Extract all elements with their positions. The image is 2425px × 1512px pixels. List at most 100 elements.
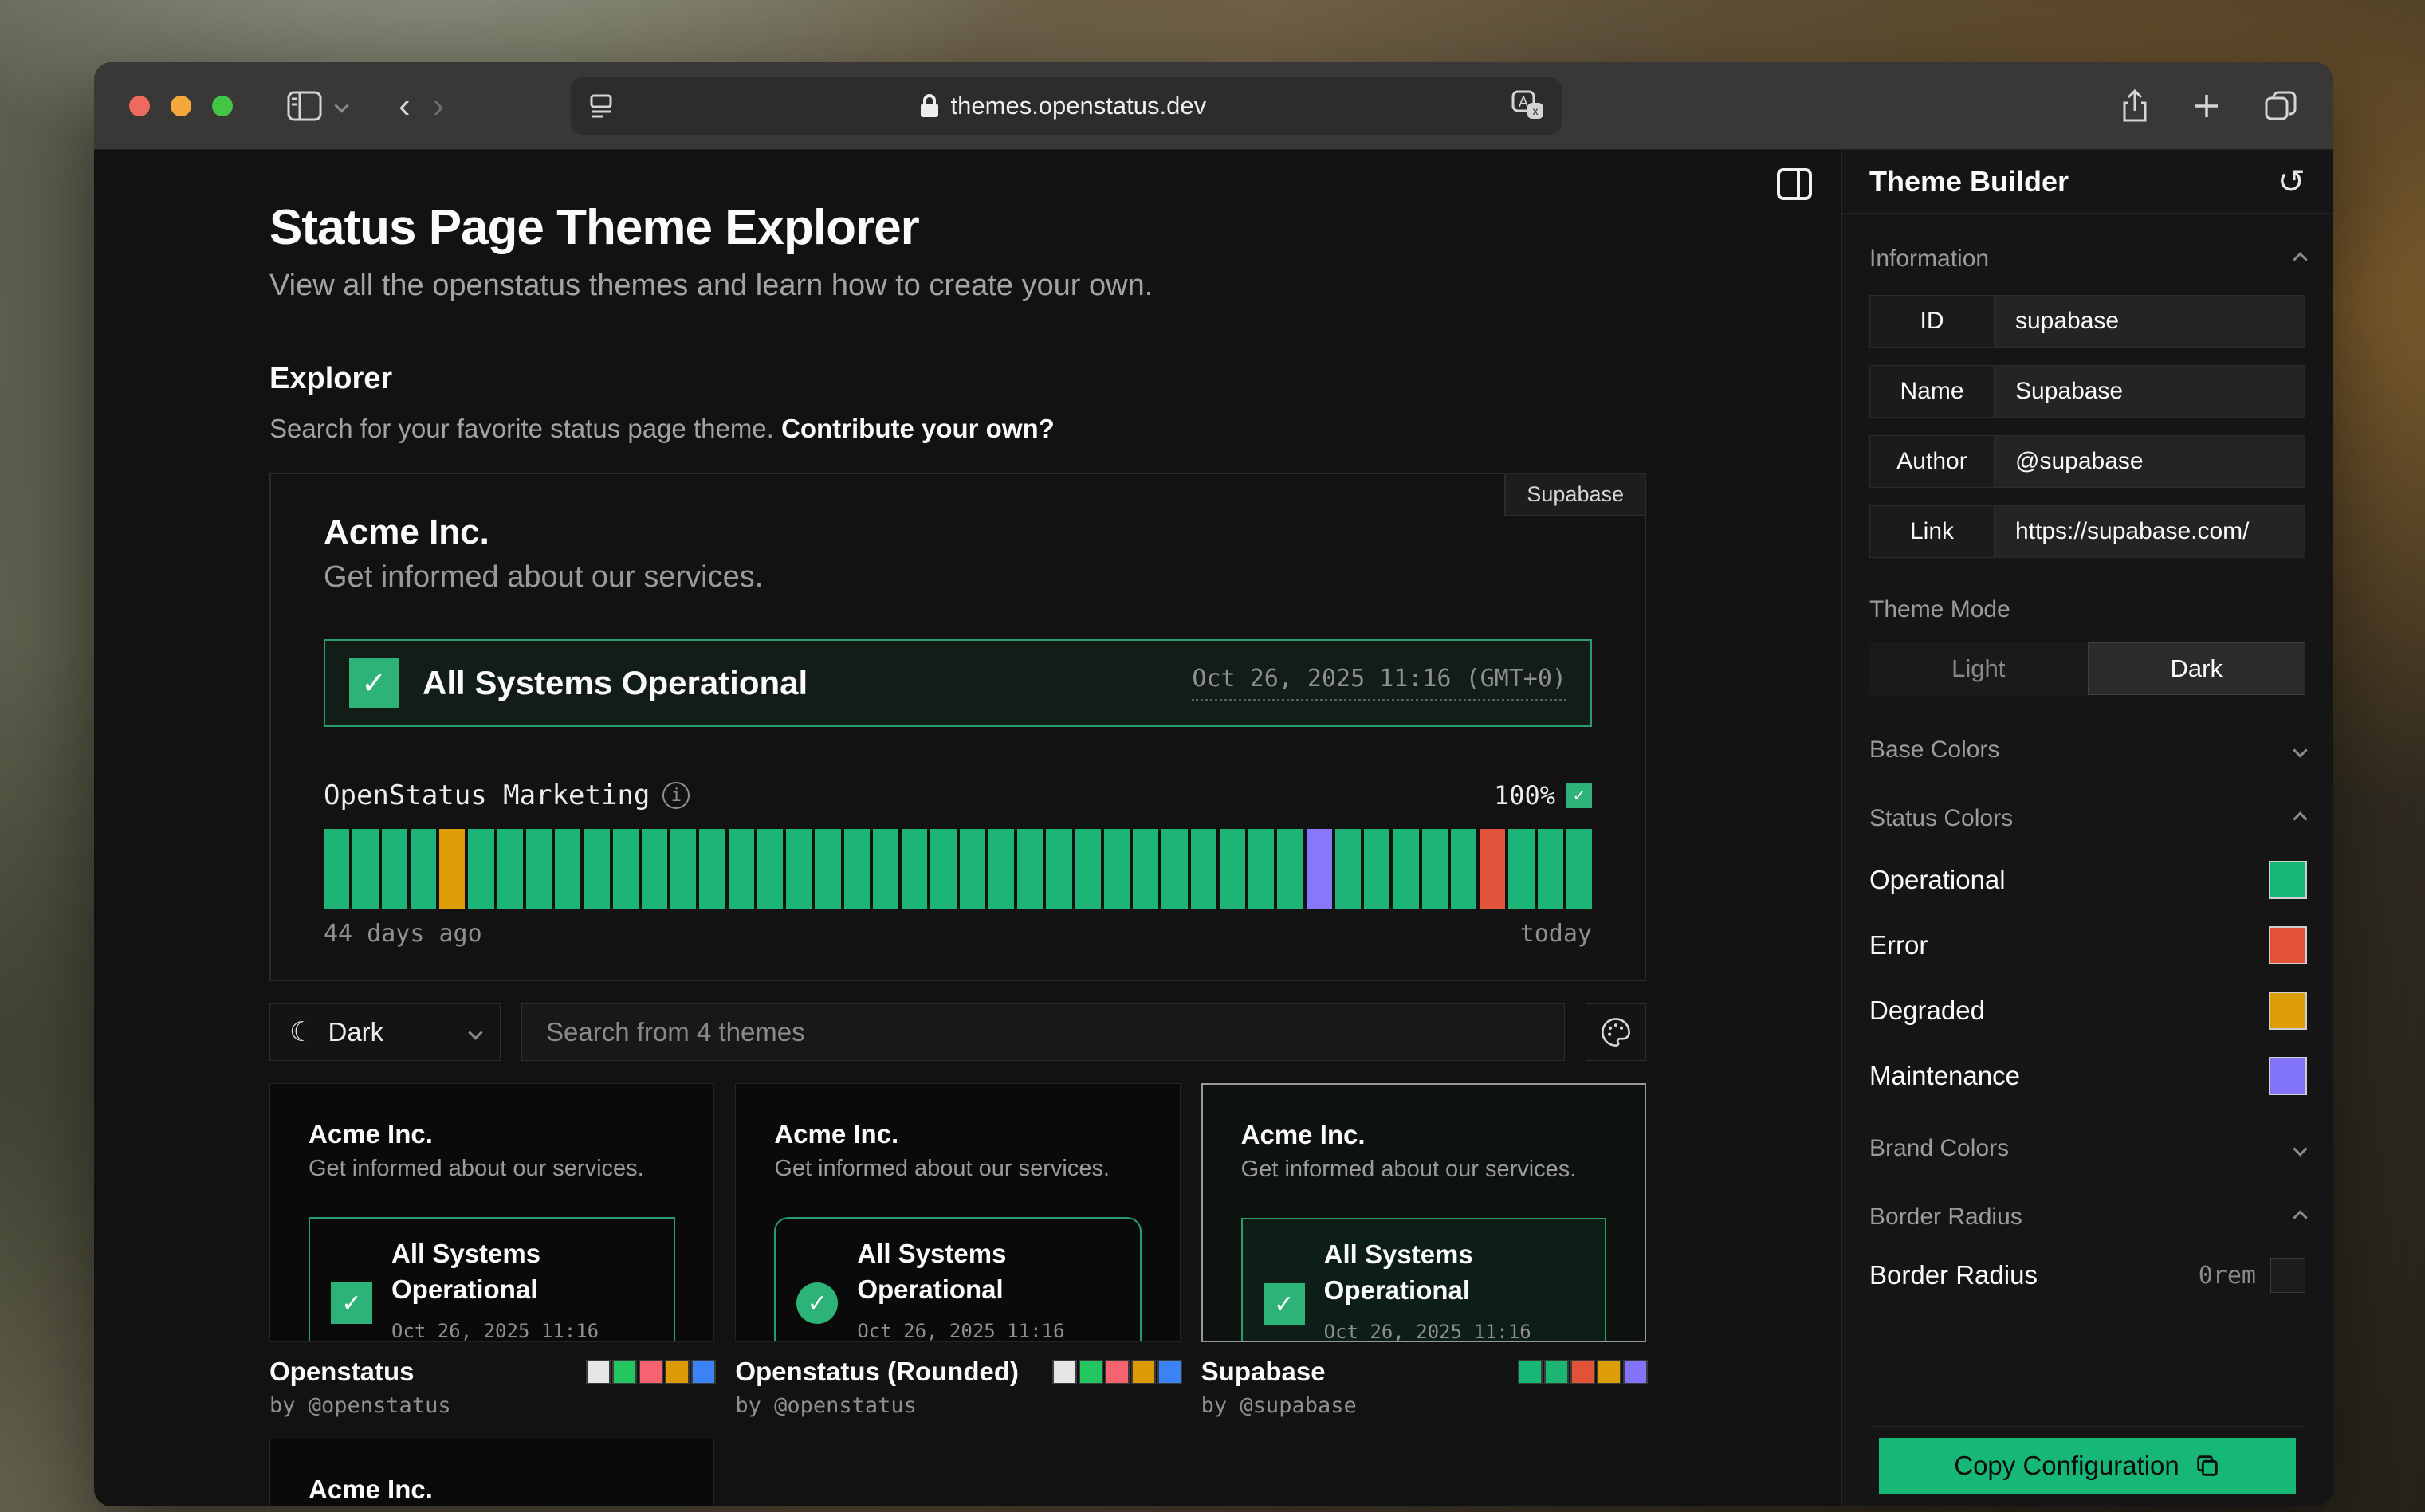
theme-mode-dropdown[interactable]: ☾ Dark: [269, 1003, 501, 1061]
tracker-bar-operational[interactable]: [613, 829, 639, 909]
tracker-bar-operational[interactable]: [411, 829, 436, 909]
tracker-bar-operational[interactable]: [1508, 829, 1534, 909]
tracker-bar-operational[interactable]: [1133, 829, 1158, 909]
tracker-bar-operational[interactable]: [1220, 829, 1245, 909]
tracker-bar-operational[interactable]: [352, 829, 378, 909]
author-field[interactable]: @supabase: [1995, 436, 2305, 487]
tracker-bar-operational[interactable]: [844, 829, 870, 909]
theme-author: by @supabase: [1201, 1393, 1646, 1418]
degraded-color-swatch[interactable]: [2270, 993, 2305, 1028]
tracker-bar-operational[interactable]: [1364, 829, 1389, 909]
tracker-start-label: 44 days ago: [324, 920, 482, 948]
tracker-bar-operational[interactable]: [670, 829, 696, 909]
border-radius-row: Border Radius 0rem: [1869, 1258, 2305, 1293]
tracker-bar-operational[interactable]: [468, 829, 493, 909]
theme-builder-title: Theme Builder: [1869, 165, 2069, 198]
search-input[interactable]: [521, 1003, 1565, 1061]
tracker-bar-operational[interactable]: [1393, 829, 1418, 909]
tracker-bar-operational[interactable]: [786, 829, 812, 909]
name-field[interactable]: Supabase: [1995, 366, 2305, 417]
tracker-bar-operational[interactable]: [642, 829, 667, 909]
status-color-degraded: Degraded: [1869, 993, 2305, 1028]
sidebar-toggle-icon[interactable]: [287, 91, 322, 121]
new-tab-icon[interactable]: [2192, 92, 2221, 120]
theme-mode-dark[interactable]: Dark: [2088, 642, 2306, 695]
url-text[interactable]: themes.openstatus.dev: [951, 92, 1207, 120]
tracker-bar-operational[interactable]: [1161, 829, 1187, 909]
tracker-bar-operational[interactable]: [1046, 829, 1071, 909]
info-icon[interactable]: i: [662, 782, 690, 809]
maintenance-color-swatch[interactable]: [2270, 1058, 2305, 1094]
tracker-bar-operational[interactable]: [1335, 829, 1361, 909]
theme-card-openstatus[interactable]: Acme Inc. Get informed about our service…: [269, 1083, 714, 1418]
tracker-bar-operational[interactable]: [815, 829, 840, 909]
tab-overview-icon[interactable]: [2264, 90, 2297, 122]
toolbar-chevron-down-icon[interactable]: [334, 98, 348, 112]
theme-card-fourth[interactable]: Acme Inc. Get informed about our service…: [269, 1439, 714, 1506]
section-information[interactable]: Information: [1869, 245, 2305, 273]
section-border-radius[interactable]: Border Radius: [1869, 1204, 2305, 1231]
tracker-bar-operational[interactable]: [699, 829, 725, 909]
tracker-bar-operational[interactable]: [1451, 829, 1476, 909]
tracker-bar-degraded[interactable]: [439, 829, 465, 909]
tracker-bar-operational[interactable]: [960, 829, 985, 909]
tracker-bar-operational[interactable]: [1248, 829, 1274, 909]
theme-card-footer: Openstatus (Rounded) by @openstatus: [735, 1357, 1180, 1418]
theme-name: Openstatus (Rounded): [735, 1357, 1019, 1387]
close-button[interactable]: [129, 96, 150, 116]
mini-status-banner: ✓ All Systems Operational Oct 26, 2025 1…: [774, 1217, 1141, 1342]
translate-icon[interactable]: Ax: [1510, 90, 1545, 122]
tracker-bar-operational[interactable]: [324, 829, 349, 909]
tracker-bar-operational[interactable]: [757, 829, 783, 909]
share-icon[interactable]: [2120, 88, 2149, 124]
theme-card-openstatus-rounded[interactable]: Acme Inc. Get informed about our service…: [735, 1083, 1180, 1418]
border-radius-input[interactable]: [2270, 1258, 2305, 1293]
tracker-bar-operational[interactable]: [1422, 829, 1448, 909]
section-information-label: Information: [1869, 245, 1989, 273]
error-color-swatch[interactable]: [2270, 928, 2305, 963]
tracker-bar-operational[interactable]: [497, 829, 523, 909]
theme-mode-light[interactable]: Light: [1869, 642, 2088, 695]
section-brand-colors[interactable]: Brand Colors: [1869, 1135, 2305, 1162]
info-row-author: Author @supabase: [1869, 435, 2305, 488]
tracker-bar-operational[interactable]: [729, 829, 754, 909]
tracker-bar-operational[interactable]: [526, 829, 552, 909]
reader-icon[interactable]: [588, 92, 615, 120]
tracker-bar-operational[interactable]: [930, 829, 956, 909]
id-field[interactable]: supabase: [1995, 296, 2305, 347]
section-status-colors[interactable]: Status Colors: [1869, 805, 2305, 832]
tracker-bar-operational[interactable]: [1191, 829, 1216, 909]
reset-icon[interactable]: ↺: [2278, 165, 2305, 198]
section-base-colors[interactable]: Base Colors: [1869, 736, 2305, 764]
tracker-bar-operational[interactable]: [1277, 829, 1303, 909]
status-banner-timestamp[interactable]: Oct 26, 2025 11:16 (GMT+0): [1192, 665, 1566, 701]
tracker-bar-operational[interactable]: [1104, 829, 1130, 909]
forward-button[interactable]: ›: [433, 88, 445, 124]
tracker-bar-operational[interactable]: [1075, 829, 1101, 909]
tracker-bar-maintenance[interactable]: [1307, 829, 1332, 909]
tracker-bar-operational[interactable]: [902, 829, 927, 909]
minimize-button[interactable]: [171, 96, 191, 116]
link-field[interactable]: https://supabase.com/: [1995, 506, 2305, 557]
contribute-link[interactable]: Contribute your own?: [781, 414, 1055, 443]
theme-card-supabase[interactable]: Acme Inc. Get informed about our service…: [1201, 1083, 1646, 1418]
tracker-bar-operational[interactable]: [873, 829, 898, 909]
back-button[interactable]: ‹: [399, 88, 411, 124]
tracker-bar-operational[interactable]: [382, 829, 407, 909]
copy-configuration-button[interactable]: Copy Configuration: [1879, 1438, 2296, 1494]
tracker-bar-error[interactable]: [1480, 829, 1505, 909]
url-bar[interactable]: themes.openstatus.dev Ax: [570, 77, 1562, 135]
palette-button[interactable]: [1586, 1003, 1646, 1061]
panel-toggle-icon[interactable]: [1776, 167, 1813, 201]
tracker-bar-operational[interactable]: [1566, 829, 1592, 909]
theme-card-preview: Acme Inc. Get informed about our service…: [735, 1083, 1180, 1342]
operational-color-swatch[interactable]: [2270, 862, 2305, 897]
tracker-bar-operational[interactable]: [1538, 829, 1563, 909]
tracker-bar-operational[interactable]: [584, 829, 609, 909]
zoom-button[interactable]: [212, 96, 233, 116]
color-swatch: [666, 1361, 688, 1383]
tracker-bar-operational[interactable]: [1017, 829, 1043, 909]
tracker-bar-operational[interactable]: [988, 829, 1014, 909]
theme-card-preview: Acme Inc. Get informed about our service…: [269, 1083, 714, 1342]
tracker-bar-operational[interactable]: [555, 829, 580, 909]
